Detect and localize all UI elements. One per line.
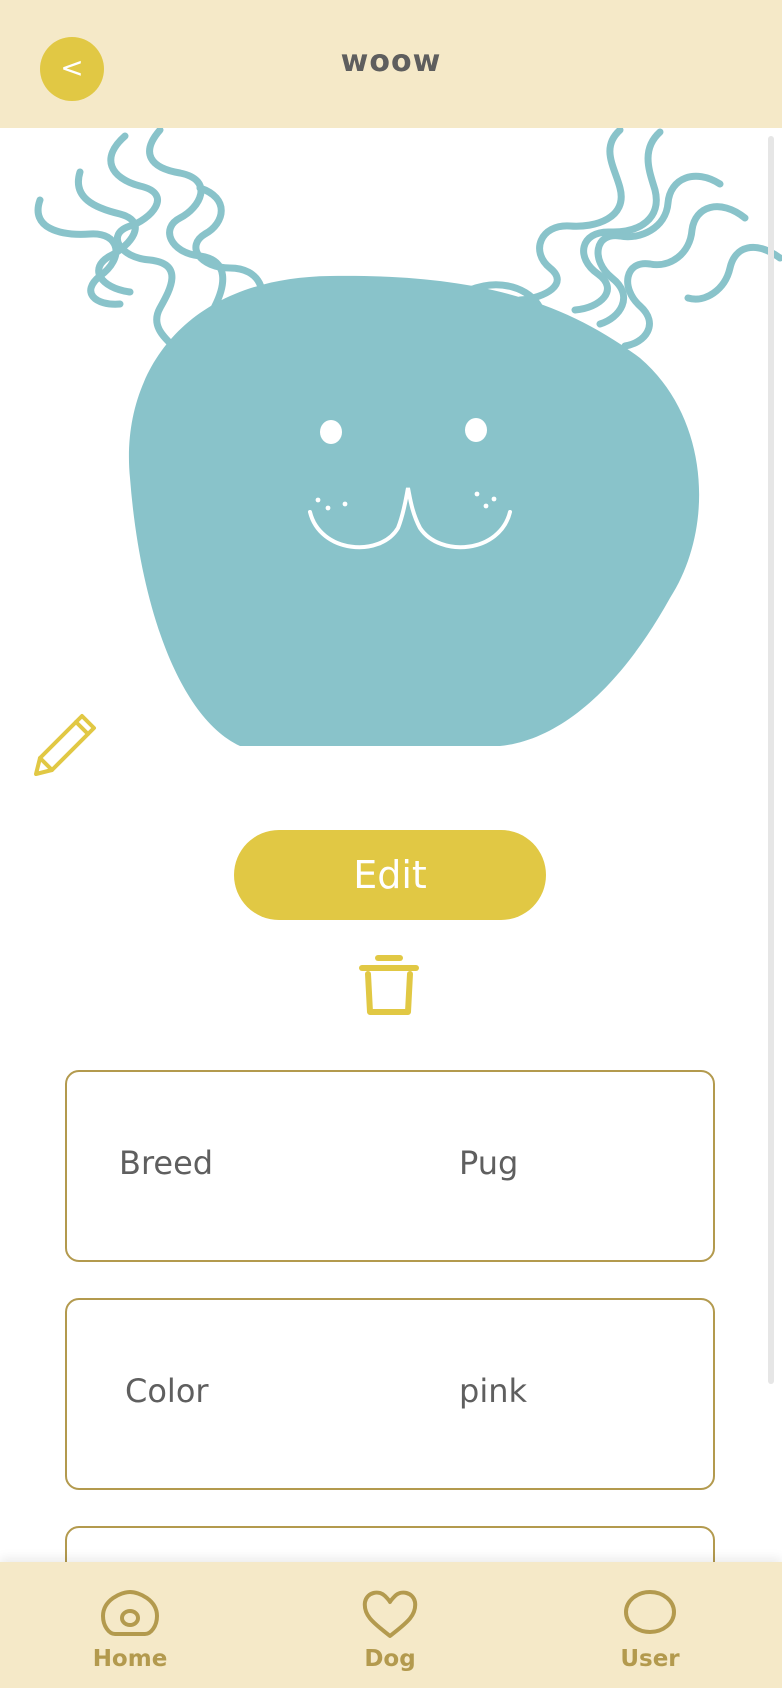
dog-profile-content[interactable]: Edit Breed Pug Color pink bbox=[0, 128, 782, 1562]
nav-item-user[interactable]: User bbox=[575, 1562, 725, 1688]
edit-button[interactable]: Edit bbox=[234, 830, 546, 920]
nav-label-dog: Dog bbox=[364, 1646, 416, 1672]
home-icon bbox=[101, 1590, 159, 1636]
detail-card-partial bbox=[65, 1526, 715, 1562]
detail-card-color: Color pink bbox=[65, 1298, 715, 1490]
bottom-navigation: Home Dog User bbox=[0, 1562, 782, 1688]
detail-value: pink bbox=[459, 1372, 528, 1410]
detail-value: Pug bbox=[459, 1144, 519, 1182]
user-icon bbox=[624, 1590, 676, 1634]
nav-item-dog[interactable]: Dog bbox=[315, 1562, 465, 1688]
scrollbar[interactable] bbox=[768, 136, 774, 1384]
nav-item-home[interactable]: Home bbox=[55, 1562, 205, 1688]
pencil-icon[interactable] bbox=[30, 708, 100, 778]
nav-label-home: Home bbox=[92, 1646, 168, 1672]
top-bar: < woow bbox=[0, 0, 782, 128]
detail-label: Color bbox=[125, 1372, 209, 1410]
dog-avatar-illustration bbox=[34, 128, 782, 746]
nav-label-user: User bbox=[620, 1646, 680, 1672]
detail-card-breed: Breed Pug bbox=[65, 1070, 715, 1262]
detail-label: Breed bbox=[119, 1144, 214, 1182]
trash-icon[interactable] bbox=[358, 954, 420, 1018]
page-title: woow bbox=[340, 44, 442, 79]
heart-icon bbox=[362, 1590, 418, 1638]
